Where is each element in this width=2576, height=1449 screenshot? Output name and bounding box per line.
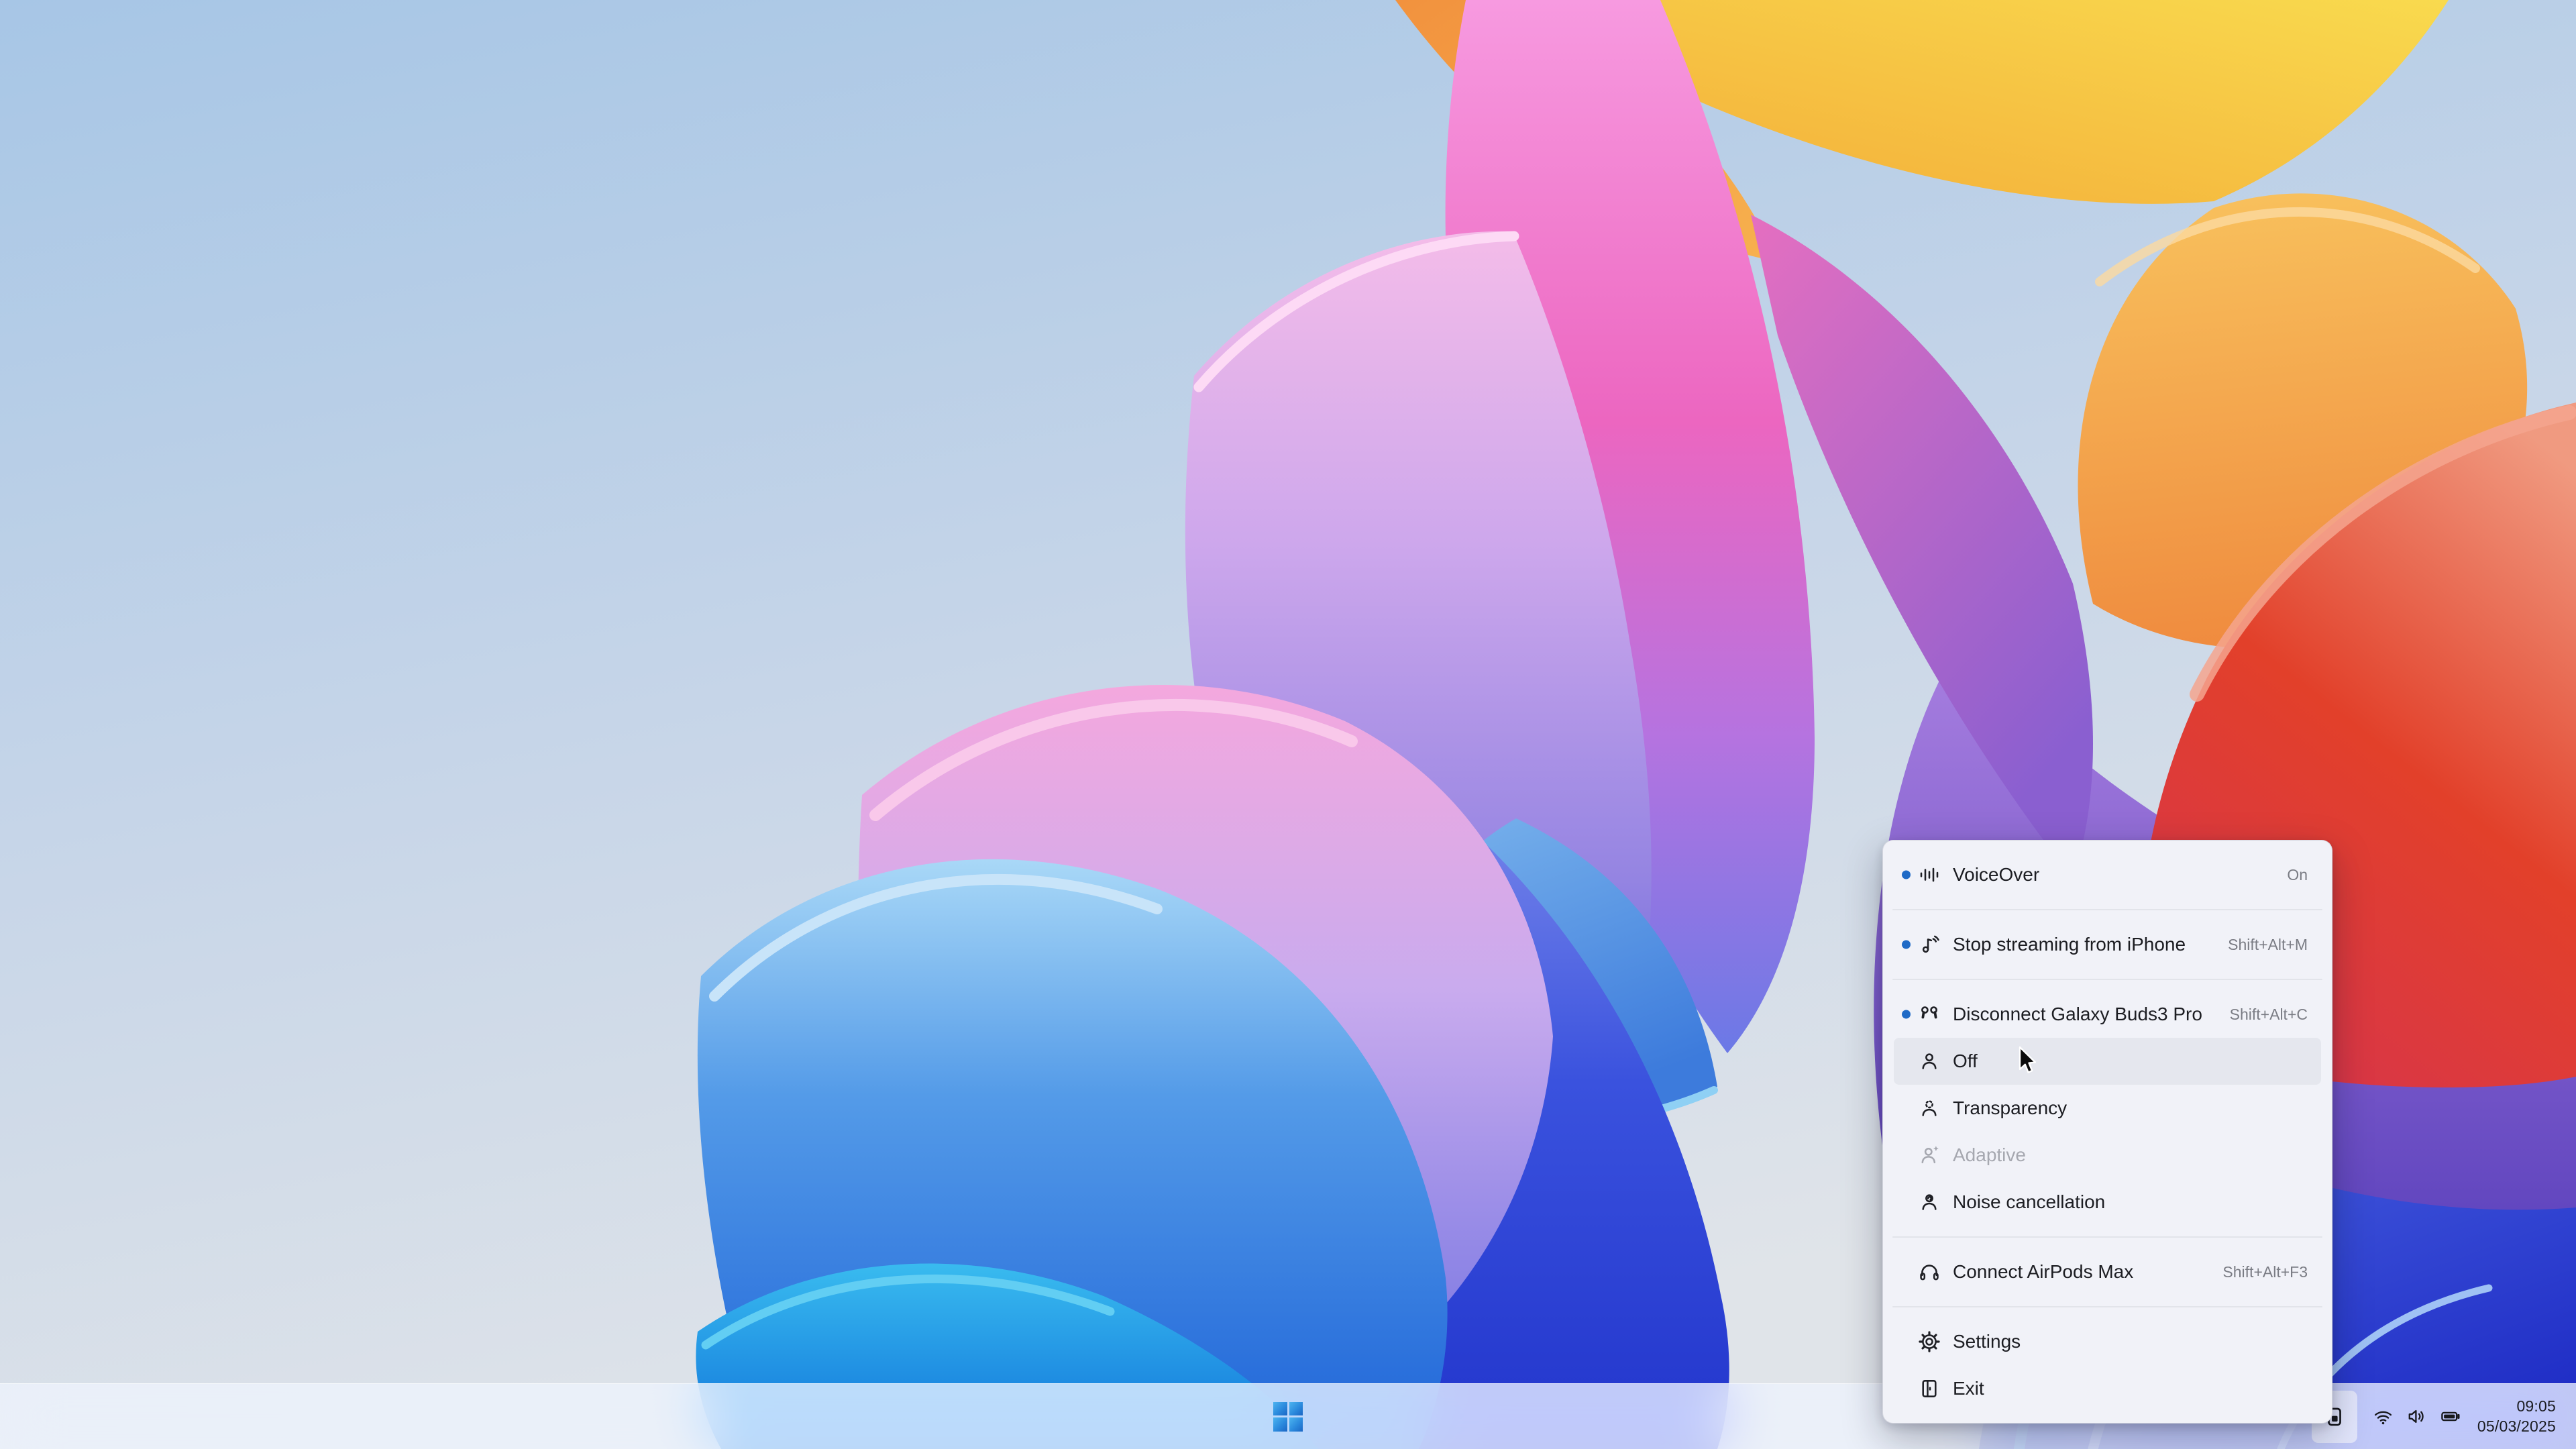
clock-date: 05/03/2025: [2477, 1417, 2556, 1437]
windows-logo-icon: [1273, 1402, 1303, 1432]
menu-item-anc-transparency[interactable]: Transparency: [1894, 1085, 2321, 1132]
menu-item-voiceover[interactable]: VoiceOver On: [1894, 851, 2321, 898]
menu-item-exit[interactable]: Exit: [1894, 1365, 2321, 1412]
menu-separator: [1892, 979, 2322, 980]
menu-item-label: Exit: [1953, 1378, 1984, 1399]
menu-item-label: Stop streaming from iPhone: [1953, 934, 2186, 955]
person-sparkle-icon: [1917, 1142, 1942, 1168]
clock-time: 09:05: [2477, 1397, 2556, 1417]
person-dotted-icon: [1917, 1095, 1942, 1121]
active-dot: [1902, 1010, 1911, 1019]
menu-item-connect-airpods-max[interactable]: Connect AirPods Max Shift+Alt+F3: [1894, 1248, 2321, 1295]
taskbar-clock[interactable]: 09:05 05/03/2025: [2476, 1397, 2561, 1437]
volume-icon: [2406, 1405, 2428, 1428]
menu-item-label: Transparency: [1953, 1097, 2067, 1119]
menu-item-anc-off[interactable]: Off: [1894, 1038, 2321, 1085]
mouse-cursor: [2015, 1045, 2038, 1076]
menu-item-disconnect-galaxy-buds3-pro[interactable]: Disconnect Galaxy Buds3 Pro Shift+Alt+C: [1894, 991, 2321, 1038]
menu-item-label: Off: [1953, 1051, 1978, 1072]
shortcut-label: Shift+Alt+F3: [2206, 1263, 2308, 1281]
menu-item-anc-adaptive: Adaptive: [1894, 1132, 2321, 1179]
status-label: On: [2271, 866, 2308, 884]
system-tray: 09:05 05/03/2025: [2312, 1384, 2561, 1449]
earbuds-icon: [1917, 1002, 1942, 1027]
start-button[interactable]: [1266, 1395, 1310, 1439]
gear-icon: [1917, 1329, 1942, 1354]
music-note-stream-icon: [1917, 932, 1942, 957]
menu-item-anc-noise-cancellation[interactable]: Noise cancellation: [1894, 1179, 2321, 1226]
shortcut-label: Shift+Alt+M: [2212, 936, 2308, 954]
person-icon: [1917, 1049, 1942, 1074]
menu-separator: [1892, 1236, 2322, 1238]
system-tray-icons[interactable]: [2364, 1399, 2469, 1434]
person-ring-icon: [1917, 1189, 1942, 1215]
battery-icon: [2439, 1405, 2461, 1428]
menu-item-label: Noise cancellation: [1953, 1191, 2105, 1213]
active-dot: [1902, 871, 1911, 879]
menu-separator: [1892, 909, 2322, 910]
headphones-icon: [1917, 1259, 1942, 1285]
wifi-icon: [2372, 1405, 2394, 1428]
door-exit-icon: [1917, 1376, 1942, 1401]
active-dot: [1902, 941, 1911, 949]
menu-item-label: Disconnect Galaxy Buds3 Pro: [1953, 1004, 2202, 1025]
menu-item-settings[interactable]: Settings: [1894, 1318, 2321, 1365]
menu-item-label: Connect AirPods Max: [1953, 1261, 2133, 1283]
waveform-icon: [1917, 862, 1942, 888]
menu-separator: [1892, 1306, 2322, 1307]
menu-item-stop-streaming-iphone[interactable]: Stop streaming from iPhone Shift+Alt+M: [1894, 921, 2321, 968]
menu-item-label: Settings: [1953, 1331, 2021, 1352]
menu-item-label: VoiceOver: [1953, 864, 2039, 885]
tray-menu: VoiceOver On Stop streaming from iPhone Shi…: [1882, 840, 2332, 1424]
menu-item-label: Adaptive: [1953, 1144, 2026, 1166]
shortcut-label: Shift+Alt+C: [2214, 1006, 2308, 1024]
